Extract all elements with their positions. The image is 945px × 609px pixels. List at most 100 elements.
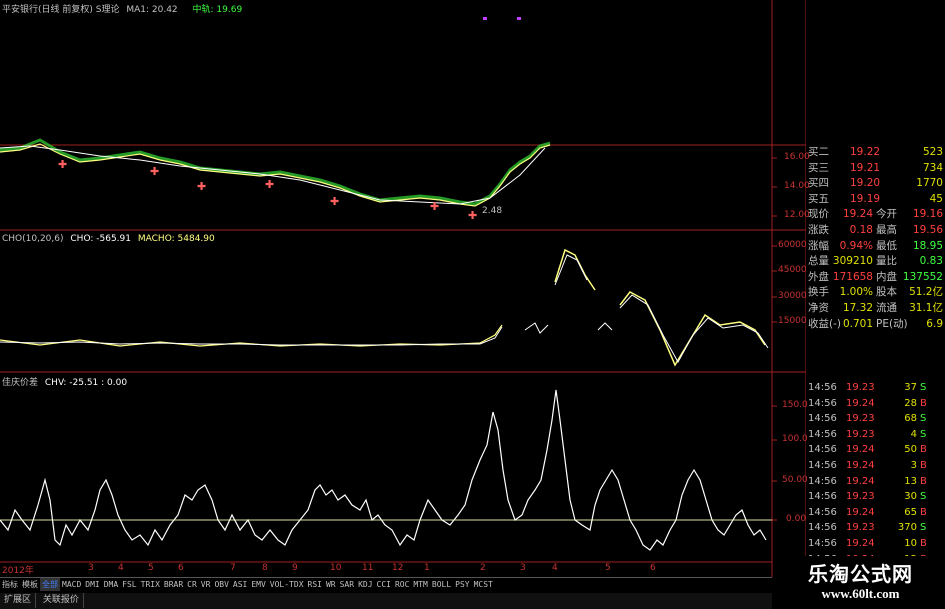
stat-value: 19.56: [912, 223, 943, 236]
toolbar-item[interactable]: MTM: [411, 578, 429, 591]
tick-price: 19.23: [846, 522, 875, 534]
tick-time: 14:56: [808, 522, 837, 534]
toolbar-item[interactable]: SAR: [338, 578, 356, 591]
bid-volume: 45: [929, 192, 943, 205]
toolbar-item[interactable]: 模板: [20, 578, 40, 591]
toolbar-item[interactable]: VR: [199, 578, 213, 591]
bid-row[interactable]: 买三 19.21 734: [806, 161, 945, 177]
stat-label: 涨幅: [808, 239, 829, 252]
cho-value: CHO: -565.91: [70, 234, 131, 244]
stat-value: 0.18: [849, 223, 873, 236]
stat-row: 净资 17.32 流通 31.1亿: [806, 301, 945, 317]
svg-text:✚: ✚: [430, 200, 439, 213]
stat-label: 换手: [808, 286, 829, 299]
stat-label: 收益(-): [808, 317, 841, 330]
date-axis-label: 6: [178, 563, 184, 573]
chart-title: 平安银行(日线 前复权) S理论: [2, 5, 120, 15]
tick-row: 14:56 19.23 4 S: [806, 427, 945, 443]
toolbar-item[interactable]: 全部: [40, 578, 60, 591]
toolbar-item[interactable]: PSY: [453, 578, 471, 591]
tick-volume: 68: [904, 413, 917, 425]
tab-related-quotes[interactable]: 关联报价: [39, 593, 84, 608]
toolbar-item[interactable]: RSI: [306, 578, 324, 591]
toolbar-item[interactable]: CCI: [375, 578, 393, 591]
stat-value: 19.16: [912, 208, 943, 221]
tick-volume: 13: [904, 475, 917, 487]
chart-canvas[interactable]: ✚ ✚ ✚ ✚ ✚ ✚ ✚ 2.48: [0, 0, 806, 577]
toolbar-item[interactable]: DMI: [83, 578, 101, 591]
toolbar-item[interactable]: TRIX: [139, 578, 162, 591]
chv-axis-label: 50.00: [782, 475, 808, 485]
tick-price: 19.23: [846, 413, 875, 425]
toolbar-item[interactable]: BOLL: [430, 578, 453, 591]
tick-price: 19.23: [846, 382, 875, 393]
tick-price: 19.24: [846, 506, 875, 518]
chv-axis-label: 0.00: [786, 514, 807, 524]
tick-row: 14:56 19.24 13 B: [806, 474, 945, 490]
svg-text:✚: ✚: [58, 158, 67, 171]
stat-label: 净资: [808, 301, 829, 314]
stat-label: 总量: [808, 255, 829, 268]
toolbar-item[interactable]: MCST: [472, 578, 495, 591]
toolbar-item[interactable]: CR: [185, 578, 199, 591]
macho-value: MACHO: 5484.90: [137, 234, 215, 244]
tick-time: 14:56: [808, 537, 837, 549]
chv-axis-label: 100.0: [782, 434, 808, 444]
chv-axis-label: 150.0: [782, 400, 808, 410]
tick-price: 19.24: [846, 444, 875, 456]
watermark-title: 乐淘公式网: [808, 562, 913, 586]
tick-volume: 30: [904, 491, 917, 503]
tick-row: 14:56 19.24 10 B: [806, 536, 945, 552]
date-axis-label: 7: [230, 563, 236, 573]
bid-row[interactable]: 买五 19.19 45: [806, 192, 945, 208]
cho-axis-label: 60000: [778, 240, 807, 250]
bid-row[interactable]: 买四 19.20 1770: [806, 176, 945, 192]
date-axis-label: 12: [392, 563, 404, 573]
stat-label: 现价: [808, 208, 829, 221]
tick-side: S: [920, 382, 927, 393]
stat-value: 51.2亿: [909, 286, 943, 299]
toolbar-item[interactable]: VOL-TDX: [268, 578, 306, 591]
chv-value: CHV: -25.51 : 0.00: [44, 378, 128, 388]
toolbar-item[interactable]: MACD: [60, 578, 83, 591]
tab-extension[interactable]: 扩展区: [0, 593, 37, 608]
cho-axis-label: 30000: [778, 291, 807, 301]
stat-label: 涨跌: [808, 223, 829, 236]
tick-time: 14:56: [808, 506, 837, 518]
tick-side: B: [920, 506, 927, 518]
toolbar-item[interactable]: WR: [324, 578, 338, 591]
stat-label: 流通: [876, 301, 897, 314]
stat-value: 1.00%: [839, 286, 873, 299]
svg-text:✚: ✚: [468, 209, 477, 222]
tick-price: 19.24: [846, 537, 875, 549]
price-series: ✚ ✚ ✚ ✚ ✚ ✚ ✚ 2.48: [0, 138, 551, 222]
toolbar-item[interactable]: DMA: [102, 578, 120, 591]
toolbar-item[interactable]: KDJ: [356, 578, 374, 591]
cho-axis-label: 45000: [778, 265, 807, 275]
date-axis-label: 2012年: [2, 566, 34, 576]
cho-axis-label: 15000: [778, 316, 807, 326]
tick-row: 14:56 19.23 37 S: [806, 380, 945, 396]
toolbar-item[interactable]: ROC: [393, 578, 411, 591]
stat-label: 外盘: [808, 270, 829, 283]
bid-price: 19.21: [850, 161, 881, 174]
tick-side: B: [920, 444, 927, 456]
bid-row[interactable]: 买二 19.22 523: [806, 145, 945, 161]
stat-value: 0.83: [919, 255, 943, 268]
bid-label: 买五: [808, 192, 829, 205]
tick-volume: 10: [904, 537, 917, 549]
toolbar-item[interactable]: ASI: [231, 578, 249, 591]
toolbar-item[interactable]: 指标: [0, 578, 20, 591]
tick-volume: 28: [904, 397, 917, 409]
bid-price: 19.19: [850, 192, 881, 205]
stat-value: 31.1亿: [909, 301, 943, 314]
toolbar-item[interactable]: EMV: [249, 578, 267, 591]
stat-row: 涨幅 0.94% 最低 18.95: [806, 239, 945, 255]
toolbar-item[interactable]: FSL: [120, 578, 138, 591]
toolbar-item[interactable]: OBV: [212, 578, 230, 591]
tick-side: B: [920, 459, 927, 471]
svg-text:✚: ✚: [150, 165, 159, 178]
stat-value: 0.94%: [839, 239, 873, 252]
toolbar-item[interactable]: BRAR: [162, 578, 185, 591]
date-axis-label: 1: [424, 563, 430, 573]
